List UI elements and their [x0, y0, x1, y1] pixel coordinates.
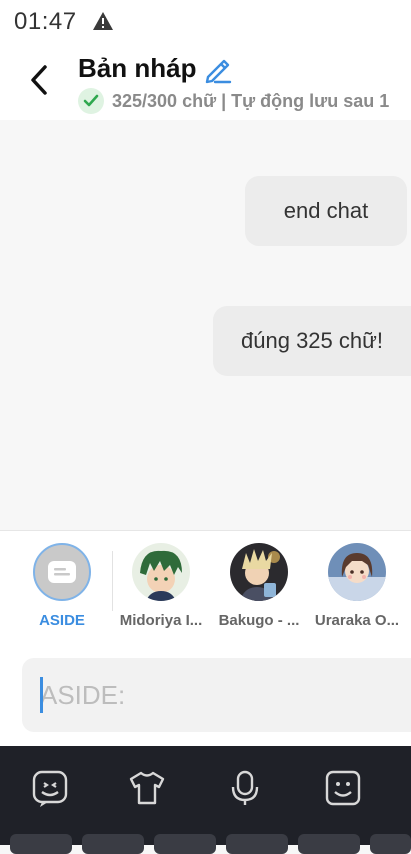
chevron-left-icon — [31, 65, 47, 95]
character-selector: ASIDE Midoriya I... Bakugo - ... Uraraka… — [0, 530, 411, 646]
keyboard-key[interactable] — [226, 834, 288, 854]
microphone-icon[interactable] — [225, 768, 265, 808]
smiley-icon[interactable] — [323, 768, 363, 808]
keyboard-key[interactable] — [298, 834, 360, 854]
divider — [112, 551, 113, 611]
message-input[interactable] — [40, 677, 400, 713]
aside-card-icon — [33, 543, 91, 601]
composer — [0, 645, 411, 746]
character-name: Bakugo - ... — [218, 612, 300, 629]
chat-messages: end chat đúng 325 chữ! — [0, 120, 411, 530]
pencil-icon[interactable] — [201, 53, 233, 85]
blonde-hair-avatar — [230, 543, 288, 601]
keyboard-key[interactable] — [370, 834, 411, 854]
tshirt-icon[interactable] — [127, 768, 167, 808]
status-bar: 01:47 — [0, 0, 411, 44]
character-aside[interactable]: ASIDE — [17, 543, 107, 629]
word-count-autosave-status: 325/300 chữ | Tự động lưu sau 1 — [112, 91, 390, 111]
brown-hair-avatar — [328, 543, 386, 601]
character-bakugo[interactable]: Bakugo - ... — [214, 543, 304, 629]
status-time: 01:47 — [14, 8, 77, 35]
character-uraraka[interactable]: Uraraka O... — [312, 543, 402, 629]
keyboard-toolbar — [0, 746, 411, 854]
keyboard-key[interactable] — [82, 834, 144, 854]
header: Bản nháp 325/300 chữ | Tự động lưu sau 1 — [0, 44, 411, 120]
message-input-container[interactable] — [22, 658, 411, 732]
message-bubble[interactable]: end chat — [245, 176, 407, 246]
warning-triangle-icon — [93, 12, 113, 30]
character-name: Uraraka O... — [314, 612, 400, 629]
character-midoriya[interactable]: Midoriya I... — [116, 543, 206, 629]
emoji-sticker-icon[interactable] — [30, 768, 70, 808]
back-button[interactable] — [22, 60, 56, 100]
check-icon — [83, 94, 99, 107]
keyboard-key[interactable] — [154, 834, 216, 854]
character-name: Midoriya I... — [119, 612, 203, 629]
saved-status-badge — [78, 88, 104, 114]
text-cursor — [40, 677, 43, 713]
green-hair-avatar — [132, 543, 190, 601]
character-name: ASIDE — [39, 612, 85, 629]
message-bubble[interactable]: đúng 325 chữ! — [213, 306, 411, 376]
page-title: Bản nháp — [78, 53, 197, 83]
keyboard-key[interactable] — [10, 834, 72, 854]
